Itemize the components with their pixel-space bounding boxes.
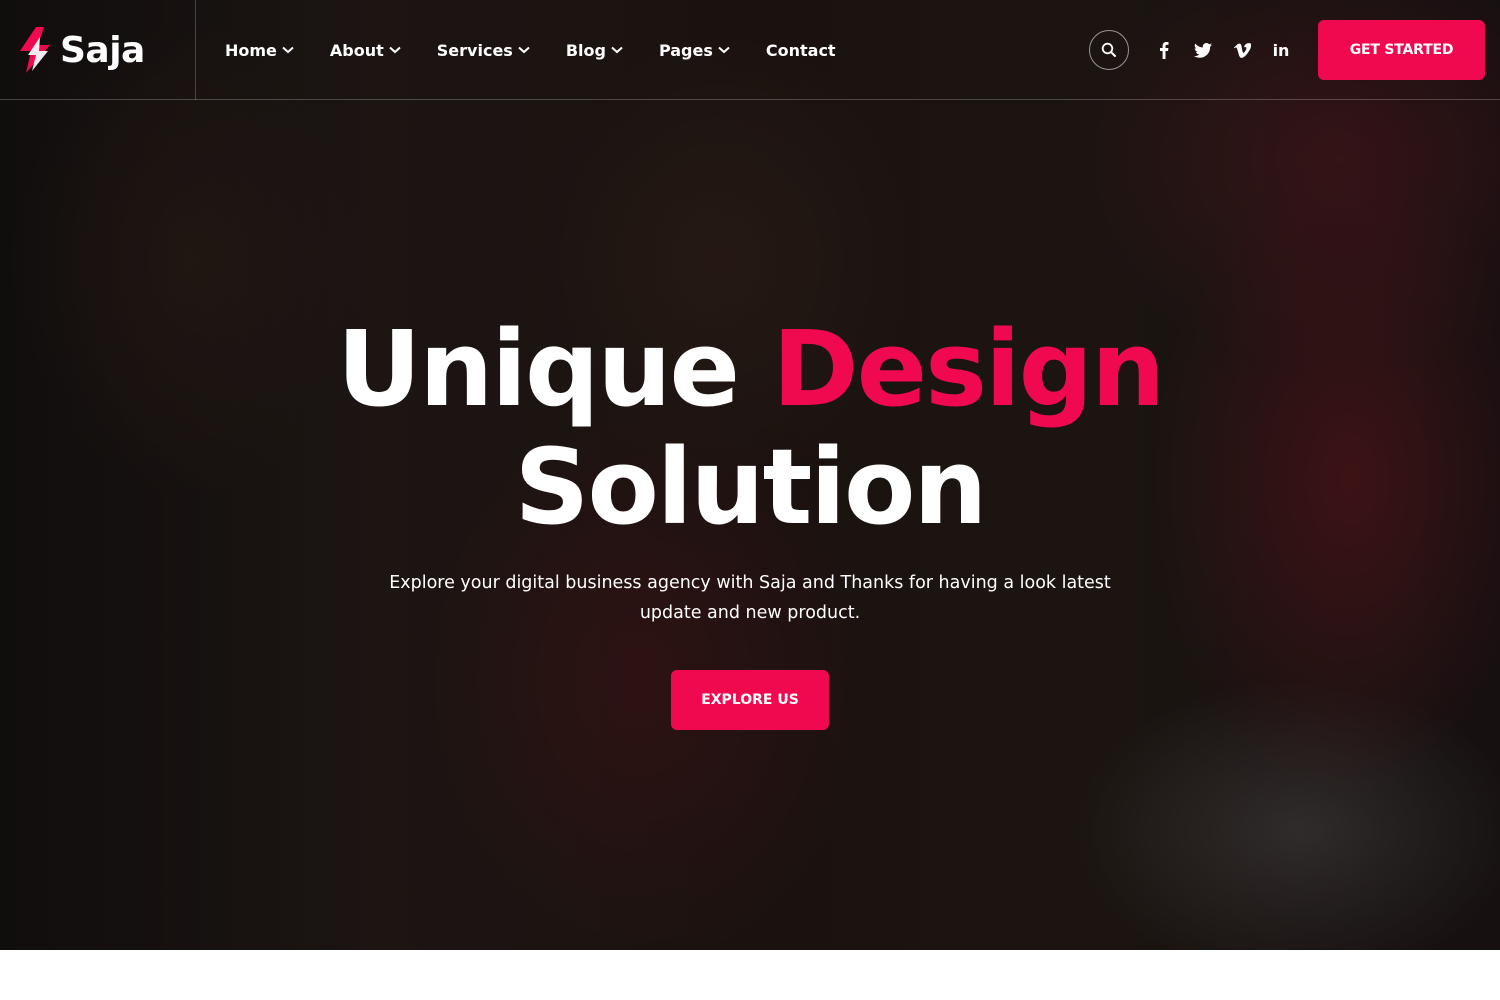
lightning-bolt-icon xyxy=(20,27,50,73)
chevron-down-icon xyxy=(518,46,530,54)
linkedin-link[interactable]: in xyxy=(1267,36,1295,64)
hero-title-line2: Solution xyxy=(514,426,988,548)
nav-item-pages[interactable]: Pages xyxy=(659,41,730,60)
chevron-down-icon xyxy=(282,46,294,54)
twitter-icon xyxy=(1194,42,1212,58)
nav-item-label: Blog xyxy=(565,40,606,60)
chevron-down-icon xyxy=(389,46,401,54)
nav-item-label: Services xyxy=(436,40,513,60)
hero-title: Unique Design Solution xyxy=(0,310,1500,546)
search-icon xyxy=(1101,42,1116,57)
vimeo-icon xyxy=(1233,42,1251,58)
vimeo-link[interactable] xyxy=(1228,36,1256,64)
get-started-button[interactable]: GET STARTED xyxy=(1318,20,1485,80)
main-nav: Home About Services Blog Pages Contact xyxy=(225,0,872,100)
nav-item-label: Pages xyxy=(658,40,713,60)
social-links: in xyxy=(1150,30,1306,70)
site-header: Saja Home About Services Blog Pages Cont… xyxy=(0,0,1500,100)
brand-name: Saja xyxy=(60,29,145,71)
nav-item-label: Home xyxy=(225,40,277,60)
nav-item-about[interactable]: About xyxy=(330,41,401,60)
explore-us-button[interactable]: EXPLORE US xyxy=(671,670,829,730)
search-button[interactable] xyxy=(1089,30,1129,70)
nav-item-contact[interactable]: Contact xyxy=(766,41,836,60)
hero-section: Saja Home About Services Blog Pages Cont… xyxy=(0,0,1500,950)
hero-subtitle: Explore your digital business agency wit… xyxy=(389,573,1111,623)
chevron-down-icon xyxy=(611,46,623,54)
hero-title-accent: Design xyxy=(772,308,1165,430)
nav-item-blog[interactable]: Blog xyxy=(566,41,623,60)
header-divider xyxy=(195,0,196,100)
linkedin-icon: in xyxy=(1272,40,1290,60)
brand-logo[interactable]: Saja xyxy=(14,24,194,76)
facebook-link[interactable] xyxy=(1150,36,1178,64)
facebook-icon xyxy=(1160,42,1169,59)
twitter-link[interactable] xyxy=(1189,36,1217,64)
nav-item-services[interactable]: Services xyxy=(437,41,530,60)
chevron-down-icon xyxy=(718,46,730,54)
nav-item-label: Contact xyxy=(765,40,836,60)
nav-item-label: About xyxy=(329,40,384,60)
nav-item-home[interactable]: Home xyxy=(225,41,294,60)
hero-title-part1: Unique xyxy=(336,308,773,430)
